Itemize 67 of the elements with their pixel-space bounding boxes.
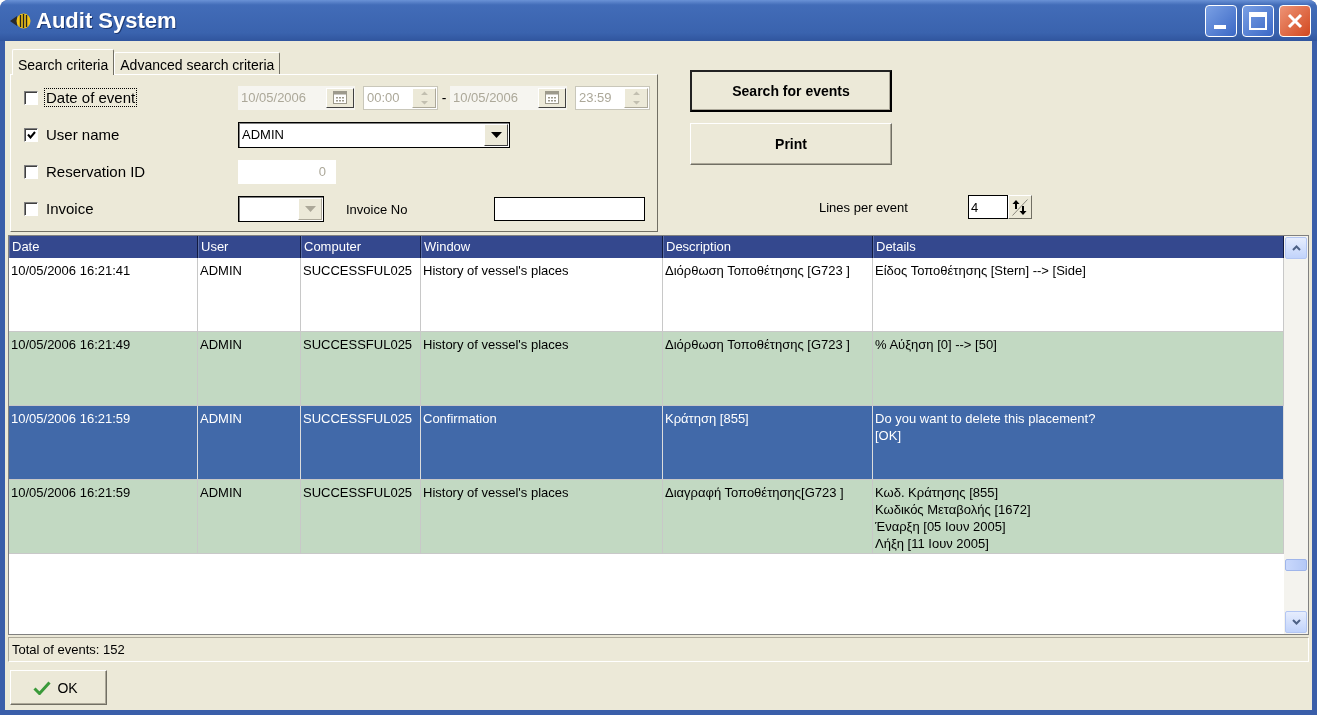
table-cell: ADMIN	[198, 480, 301, 553]
caret-down-icon	[304, 205, 316, 212]
criterion-label: Reservation ID	[45, 161, 147, 181]
table-row[interactable]: 10/05/2006 16:21:59 ADMIN SUCCESSFUL025 History of vessel's places Διαγραφή Τοποθέτησης[G723 ] Κωδ. Κράτησης [855] Κωδικός Μεταβολής [1672] Έναρξη [05 Ιουν 2005] Λήξη [11 Ιουν 2005]	[9, 480, 1284, 554]
table-cell: Διόρθωση Τοποθέτησης [G723 ]	[663, 258, 873, 331]
table-cell: SUCCESSFUL025	[301, 258, 421, 331]
tab[interactable]: Advanced search criteria	[114, 52, 281, 74]
range-separator: -	[440, 89, 448, 106]
table-row[interactable]: 10/05/2006 16:21:49 ADMIN SUCCESSFUL025 History of vessel's places Διόρθωση Τοποθέτησης [G723 ] % Αύξηση [0] --> [50]	[9, 332, 1284, 406]
table-cell: History of vessel's places	[421, 258, 663, 331]
up-down-arrows-icon	[1012, 198, 1028, 216]
checkbox[interactable]	[24, 127, 38, 142]
criterion-label: Invoice	[45, 198, 95, 218]
tab[interactable]: Search criteria	[12, 49, 115, 75]
caret-down-icon	[490, 131, 502, 138]
scrollbar-thumb[interactable]	[1285, 559, 1307, 571]
table-cell: Confirmation	[421, 406, 663, 479]
criterion-label: User name	[45, 124, 121, 144]
scroll-up-button[interactable]	[1285, 237, 1307, 259]
close-icon	[1287, 12, 1303, 29]
criterion-label: Date of event	[44, 87, 138, 107]
user-dropdown[interactable]: ADMIN	[238, 121, 510, 148]
action-button[interactable]: Print	[690, 123, 892, 165]
total-events-text: Total of events: 152	[12, 642, 125, 657]
table-cell: 10/05/2006 16:21:59	[9, 406, 198, 479]
spin-arrows-icon	[631, 90, 641, 105]
scroll-down-button[interactable]	[1285, 611, 1307, 633]
table-cell: 10/05/2006 16:21:49	[9, 332, 198, 405]
table-cell: ADMIN	[198, 332, 301, 405]
calendar-icon	[333, 91, 347, 104]
table-cell: SUCCESSFUL025	[301, 332, 421, 405]
calendar-icon	[545, 91, 559, 104]
action-button[interactable]: Search for events	[690, 70, 892, 112]
chevron-down-icon	[1291, 619, 1301, 625]
table-row[interactable]: 10/05/2006 16:21:59 ADMIN SUCCESSFUL025 Confirmation Κράτηση [855] Do you want to delete this placement? [OK]	[9, 406, 1284, 480]
striped-ball-icon	[9, 12, 31, 29]
close-button[interactable]	[1279, 4, 1311, 37]
minimize-button[interactable]	[1205, 4, 1237, 37]
invoice-no-field[interactable]	[494, 196, 645, 221]
table-row[interactable]: 10/05/2006 16:21:41 ADMIN SUCCESSFUL025 History of vessel's places Διόρθωση Τοποθέτησης [G723 ] Είδος Τοποθέτησης [Stern] --> [Side]	[9, 258, 1284, 332]
minimize-icon	[1214, 24, 1226, 29]
spin-arrows-icon	[419, 90, 429, 105]
table-cell: SUCCESSFUL025	[301, 480, 421, 553]
table-cell: ADMIN	[198, 258, 301, 331]
invoice-no-label: Invoice No	[346, 201, 408, 217]
checkmark-icon	[26, 130, 36, 139]
maximize-icon	[1249, 11, 1267, 30]
ok-button[interactable]: OK	[10, 670, 107, 705]
lines-per-event-label: Lines per event	[819, 200, 908, 215]
table-cell: Διαγραφή Τοποθέτησης[G723 ]	[663, 480, 873, 553]
dropdown-button[interactable]	[484, 123, 508, 146]
scrollbar[interactable]	[1284, 236, 1308, 634]
table-cell: ADMIN	[198, 406, 301, 479]
table-cell: SUCCESSFUL025	[301, 406, 421, 479]
table-cell: Κράτηση [855]	[663, 406, 873, 479]
checkmark-icon	[33, 680, 52, 695]
table-cell: 10/05/2006 16:21:41	[9, 258, 198, 331]
window-title: Audit System	[36, 7, 177, 34]
table-cell: Διόρθωση Τοποθέτησης [G723 ]	[663, 332, 873, 405]
lines-per-event-field[interactable]: 4	[968, 195, 1008, 219]
chevron-up-icon	[1291, 245, 1301, 251]
maximize-button[interactable]	[1242, 4, 1274, 37]
table-cell: 10/05/2006 16:21:59	[9, 480, 198, 553]
table-cell: History of vessel's places	[421, 332, 663, 405]
spin-button[interactable]	[1008, 195, 1032, 219]
invoice-dropdown[interactable]	[238, 195, 324, 222]
table-cell: History of vessel's places	[421, 480, 663, 553]
